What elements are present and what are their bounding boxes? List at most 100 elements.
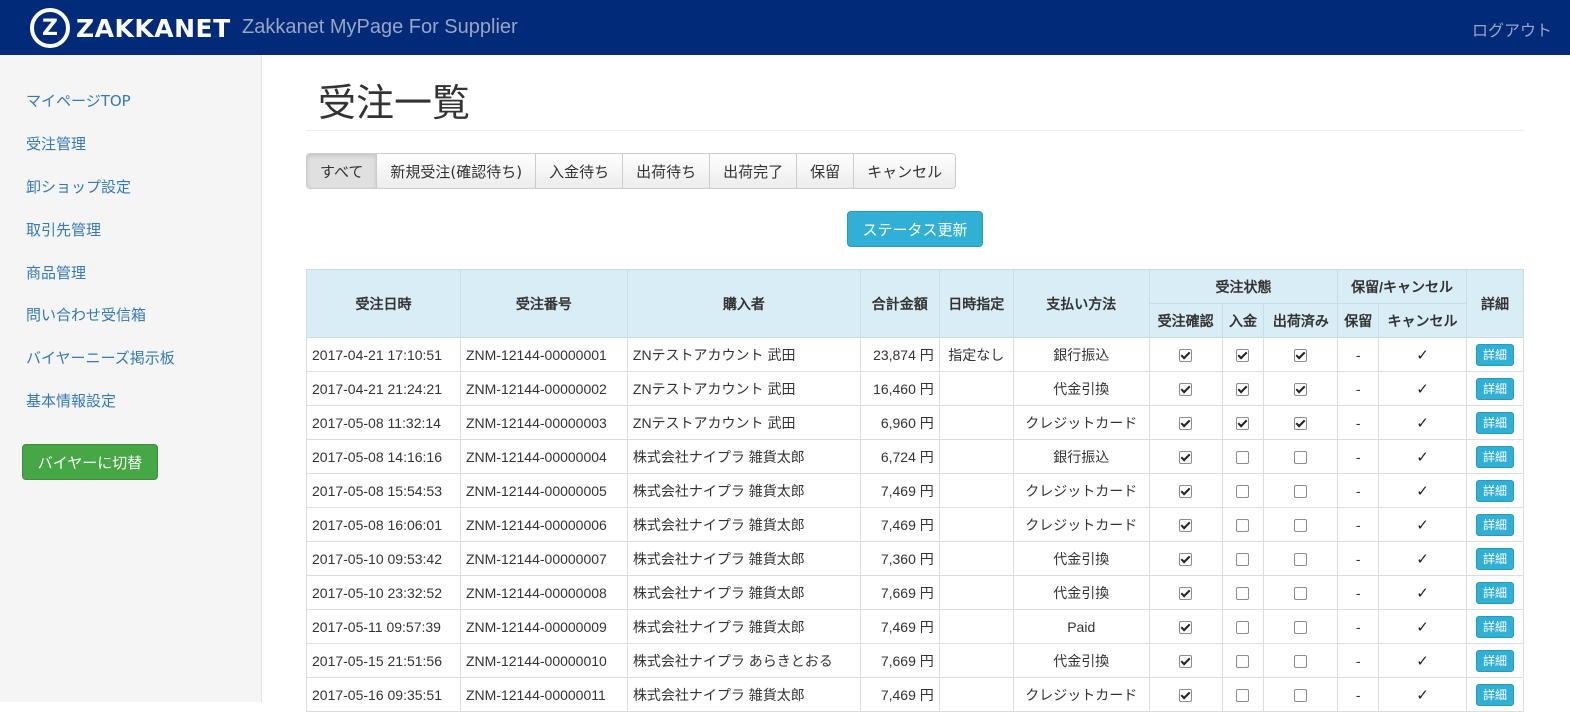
cancel-cell: ✓ — [1378, 507, 1467, 542]
paid-checkbox[interactable] — [1236, 689, 1250, 703]
tab-shipped[interactable]: 出荷完了 — [710, 154, 798, 188]
tab-on-hold[interactable]: 保留 — [797, 154, 855, 188]
payment-cell: クレジットカード — [1012, 507, 1150, 542]
paid-checkbox[interactable] — [1236, 485, 1250, 499]
buyer-cell: 株式会社ナイプラ あらきとおる — [626, 643, 861, 678]
buyer-cell: 株式会社ナイプラ 雑貨太郎 — [626, 677, 861, 712]
confirm-checkbox[interactable] — [1179, 485, 1193, 499]
shipped-checkbox[interactable] — [1294, 417, 1308, 431]
confirm-checkbox[interactable] — [1179, 383, 1193, 397]
sidebar-item-client-management[interactable]: 取引先管理 — [26, 219, 101, 240]
paid-cell — [1221, 643, 1265, 678]
tab-cancelled[interactable]: キャンセル — [854, 154, 956, 188]
confirm-checkbox[interactable] — [1179, 451, 1193, 465]
detail-button[interactable]: 詳細 — [1475, 615, 1514, 638]
shipped-cell — [1263, 473, 1339, 508]
paid-checkbox[interactable] — [1236, 621, 1250, 635]
paid-cell — [1221, 371, 1265, 406]
cancel-cell: ✓ — [1378, 575, 1467, 610]
cancel-check-icon: ✓ — [1416, 516, 1429, 534]
detail-button[interactable]: 詳細 — [1475, 377, 1514, 400]
shipped-cell — [1263, 439, 1339, 474]
shipped-checkbox[interactable] — [1294, 485, 1308, 499]
cancel-cell: ✓ — [1378, 439, 1467, 474]
shipped-checkbox[interactable] — [1294, 553, 1308, 567]
total-cell: 6,724 円 — [859, 439, 940, 474]
detail-button[interactable]: 詳細 — [1475, 581, 1514, 604]
paid-checkbox[interactable] — [1236, 655, 1250, 669]
detail-cell: 詳細 — [1465, 541, 1525, 576]
shipped-checkbox[interactable] — [1294, 519, 1308, 533]
confirm-checkbox[interactable] — [1179, 655, 1193, 669]
sidebar-item-inquiry-inbox[interactable]: 問い合わせ受信箱 — [26, 304, 146, 325]
confirm-checkbox[interactable] — [1179, 553, 1193, 567]
shipped-checkbox[interactable] — [1294, 587, 1308, 601]
shipped-checkbox[interactable] — [1294, 451, 1308, 465]
shipped-cell — [1263, 405, 1339, 440]
confirm-cell — [1148, 371, 1223, 406]
paid-checkbox[interactable] — [1236, 451, 1250, 465]
confirm-checkbox[interactable] — [1179, 417, 1193, 431]
cancel-cell: ✓ — [1378, 609, 1467, 644]
sidebar-item-buyer-needs-board[interactable]: バイヤーニーズ掲示板 — [26, 347, 175, 368]
detail-button[interactable]: 詳細 — [1475, 547, 1514, 570]
confirm-checkbox[interactable] — [1179, 519, 1193, 533]
detail-button[interactable]: 詳細 — [1475, 649, 1514, 672]
detail-button[interactable]: 詳細 — [1475, 683, 1514, 706]
sidebar-item-basic-info-settings[interactable]: 基本情報設定 — [26, 390, 116, 411]
sidebar-item-product-management[interactable]: 商品管理 — [26, 262, 86, 283]
payment-cell: クレジットカード — [1012, 473, 1150, 508]
header-order-date: 受注日時 — [306, 269, 461, 338]
hold-cell: - — [1337, 575, 1380, 610]
detail-button[interactable]: 詳細 — [1475, 411, 1514, 434]
sidebar-item-mypage-top[interactable]: マイページTOP — [26, 90, 131, 111]
detail-button[interactable]: 詳細 — [1475, 445, 1514, 468]
switch-to-buyer-button[interactable]: バイヤーに切替 — [22, 444, 158, 480]
tab-new-orders[interactable]: 新規受注(確認待ち) — [377, 154, 537, 188]
paid-cell — [1221, 473, 1265, 508]
confirm-checkbox[interactable] — [1179, 689, 1193, 703]
confirm-checkbox[interactable] — [1179, 349, 1193, 363]
delivery-time-cell — [938, 677, 1014, 712]
paid-checkbox[interactable] — [1236, 553, 1250, 567]
detail-cell: 詳細 — [1465, 575, 1525, 610]
table-row: 2017-04-21 17:10:51 ZNM-12144-00000001 ZNテ… — [306, 337, 1525, 372]
tab-awaiting-shipment[interactable]: 出荷待ち — [623, 154, 711, 188]
paid-cell — [1221, 439, 1265, 474]
hold-cell: - — [1337, 405, 1380, 440]
shipped-checkbox[interactable] — [1294, 383, 1308, 397]
confirm-checkbox[interactable] — [1179, 621, 1193, 635]
status-update-button[interactable]: ステータス更新 — [847, 211, 983, 247]
sidebar-item-order-management[interactable]: 受注管理 — [26, 133, 86, 154]
table-row: 2017-05-11 09:57:39 ZNM-12144-00000009 株式会… — [306, 609, 1525, 644]
detail-button[interactable]: 詳細 — [1475, 479, 1514, 502]
confirm-cell — [1148, 609, 1223, 644]
sidebar-item-shop-settings[interactable]: 卸ショップ設定 — [26, 176, 131, 197]
detail-button[interactable]: 詳細 — [1475, 343, 1514, 366]
header-order-status: 受注状態 — [1148, 269, 1339, 304]
logout-link[interactable]: ログアウト — [1472, 17, 1552, 41]
confirm-checkbox[interactable] — [1179, 587, 1193, 601]
order-number-cell: ZNM-12144-00000001 — [459, 337, 628, 372]
shipped-cell — [1263, 575, 1339, 610]
tab-all[interactable]: すべて — [307, 154, 378, 188]
buyer-cell: ZNテストアカウント 武田 — [626, 405, 861, 440]
header-delivery-time: 日時指定 — [938, 269, 1014, 338]
paid-checkbox[interactable] — [1236, 587, 1250, 601]
shipped-checkbox[interactable] — [1294, 621, 1308, 635]
shipped-checkbox[interactable] — [1294, 655, 1308, 669]
detail-button[interactable]: 詳細 — [1475, 513, 1514, 536]
paid-checkbox[interactable] — [1236, 519, 1250, 533]
order-number-cell: ZNM-12144-00000007 — [459, 541, 628, 576]
buyer-cell: 株式会社ナイプラ 雑貨太郎 — [626, 609, 861, 644]
shipped-checkbox[interactable] — [1294, 689, 1308, 703]
table-row: 2017-05-15 21:51:56 ZNM-12144-00000010 株式会… — [306, 643, 1525, 678]
paid-checkbox[interactable] — [1236, 383, 1250, 397]
paid-checkbox[interactable] — [1236, 417, 1250, 431]
paid-checkbox[interactable] — [1236, 349, 1250, 363]
paid-cell — [1221, 337, 1265, 372]
order-number-cell: ZNM-12144-00000010 — [459, 643, 628, 678]
shipped-checkbox[interactable] — [1294, 349, 1308, 363]
tab-awaiting-payment[interactable]: 入金待ち — [536, 154, 624, 188]
zakkanet-logo[interactable]: Z ZAKKANET — [30, 8, 231, 48]
